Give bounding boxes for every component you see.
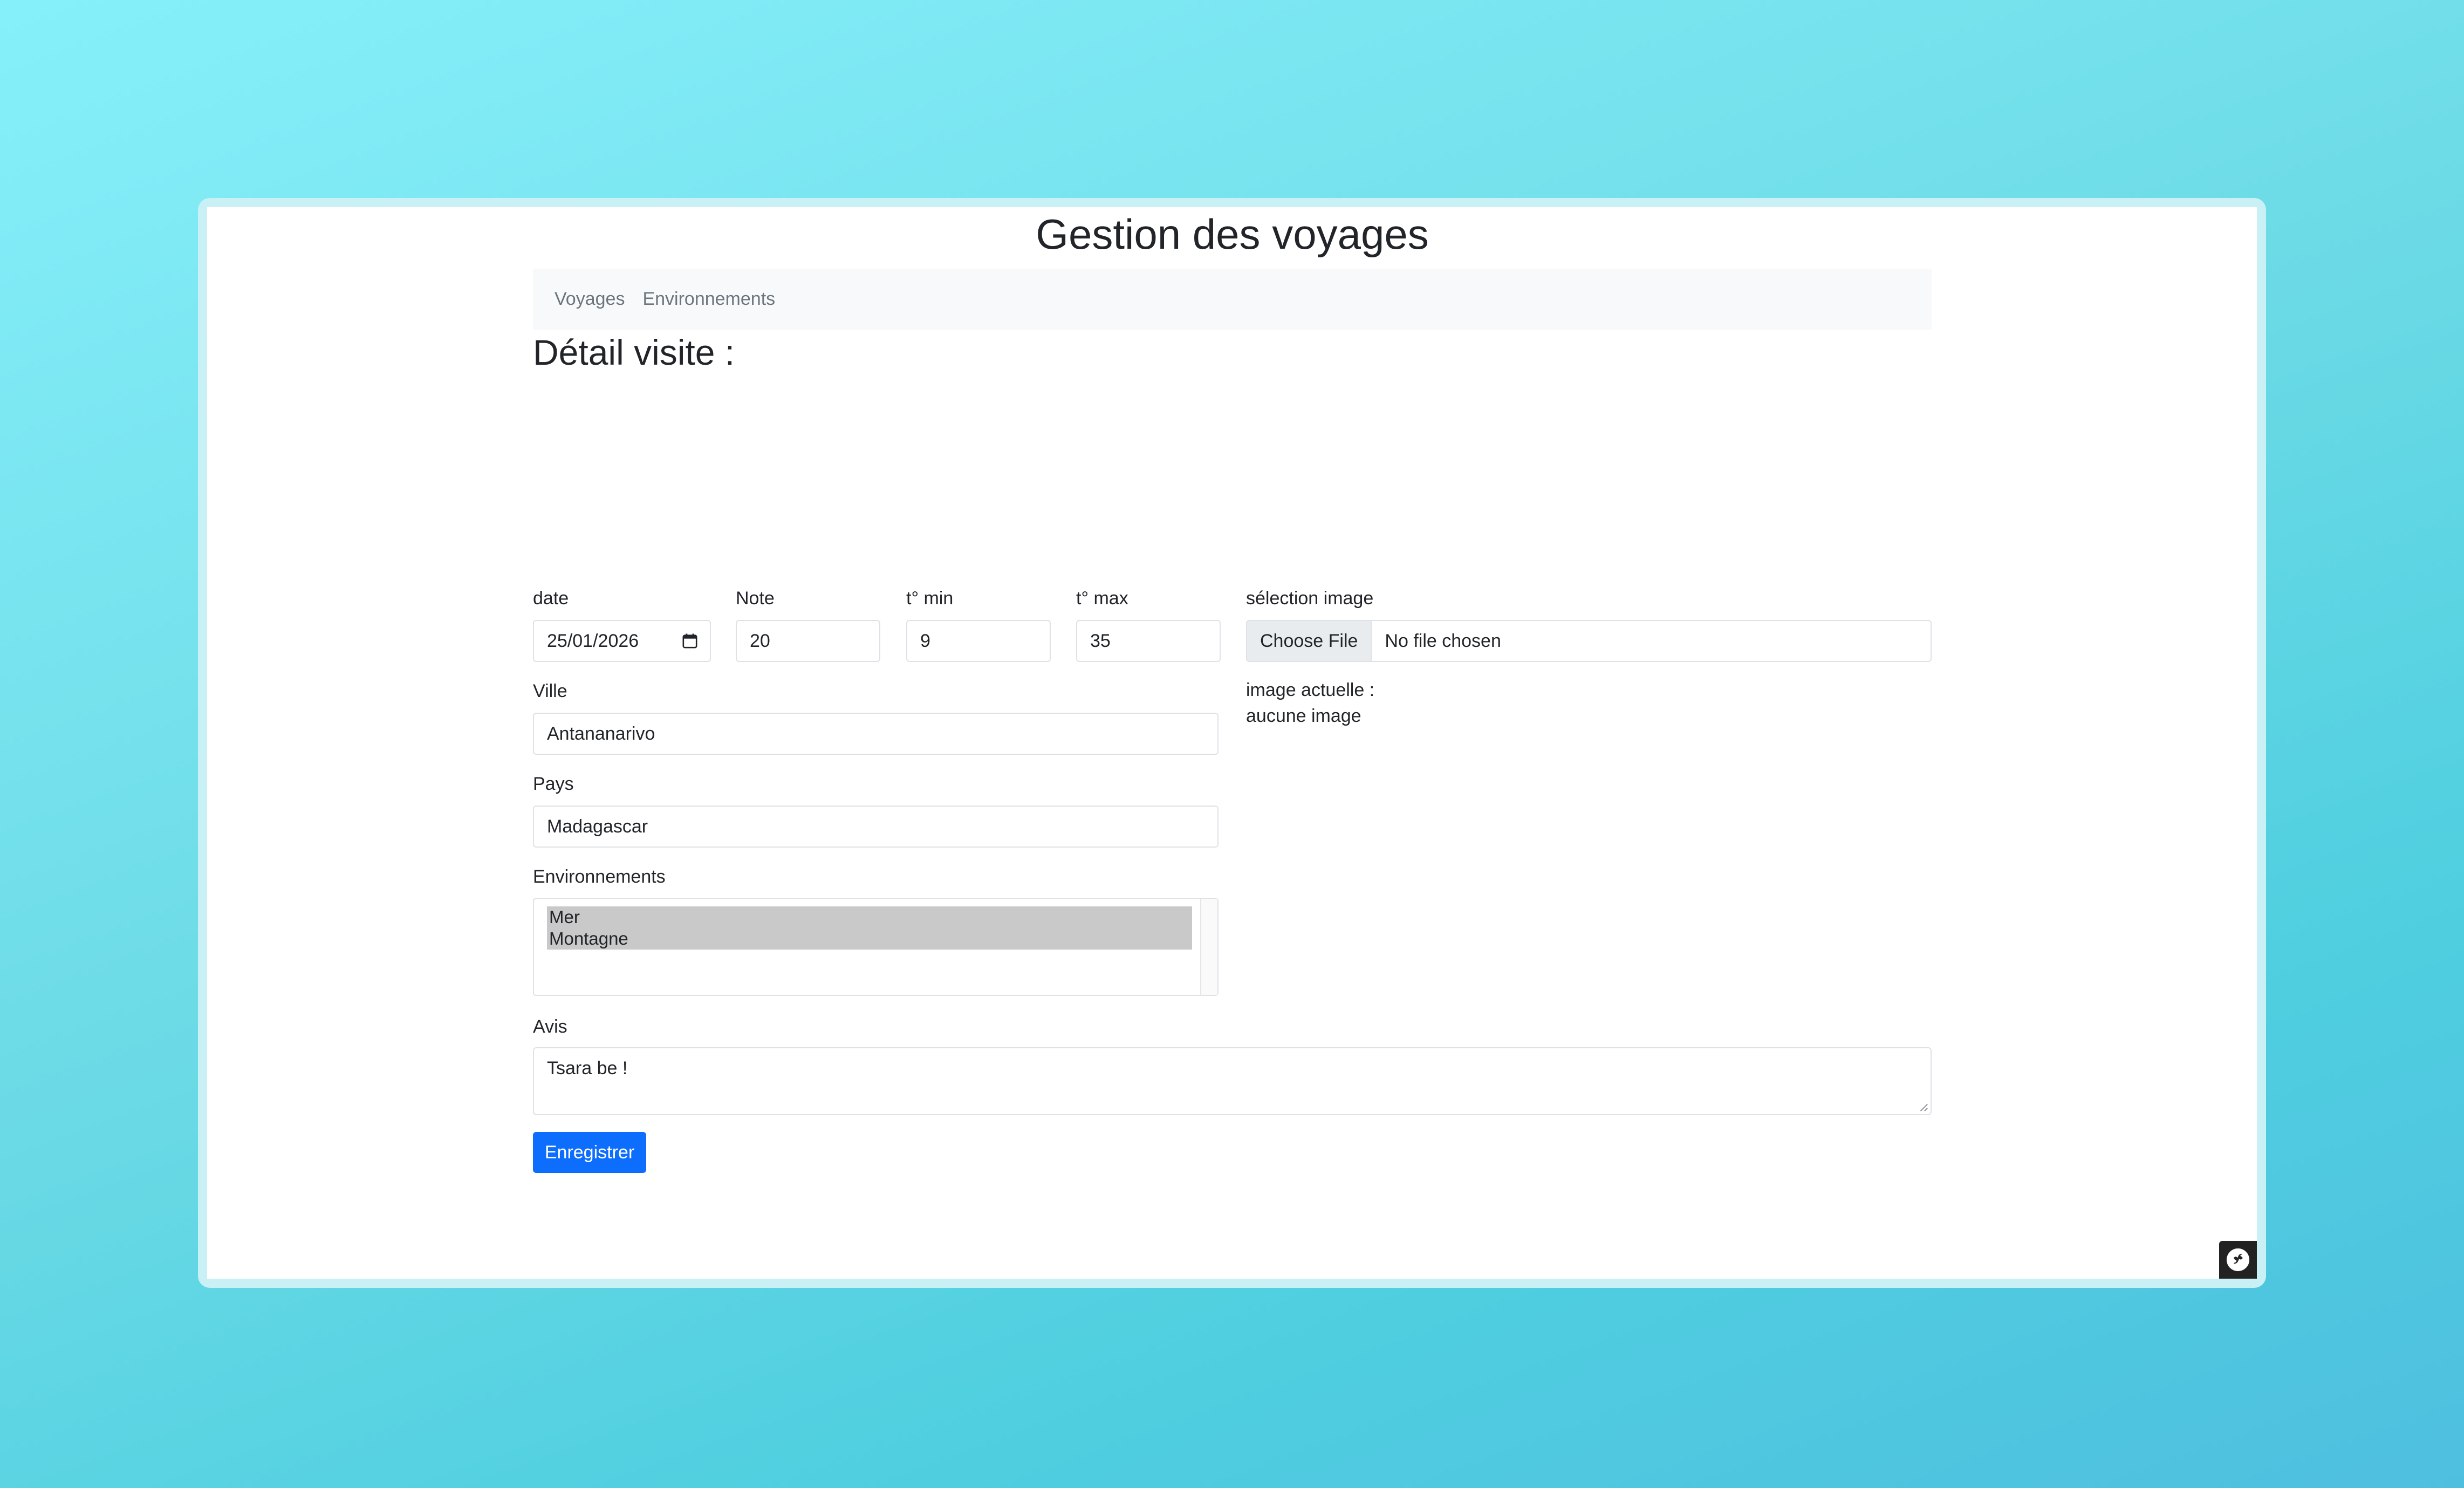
date-value: 25/01/2026 [547,630,639,651]
option-montagne[interactable]: Montagne [547,928,1192,950]
environnements-select[interactable]: Mer Montagne [533,898,1219,996]
option-mer[interactable]: Mer [547,906,1192,928]
ville-input[interactable]: Antananarivo [533,713,1219,755]
date-label: date [533,588,569,609]
avis-value: Tsara be ! [547,1058,628,1079]
file-input[interactable]: Choose File No file chosen [1246,620,1932,662]
date-input[interactable]: 25/01/2026 [533,620,711,662]
pays-label: Pays [533,774,574,794]
navbar: Voyages Environnements [533,269,1932,330]
current-image-label: image actuelle : [1246,680,1375,700]
tmin-input[interactable]: 9 [906,620,1051,662]
pays-input[interactable]: Madagascar [533,806,1219,848]
avis-label: Avis [533,1016,567,1037]
section-title: Détail visite : [533,332,735,372]
tmin-label: t° min [906,588,954,609]
note-value: 20 [750,630,770,651]
select-scrollbar[interactable] [1200,899,1217,995]
ville-value: Antananarivo [547,723,655,744]
note-input[interactable]: 20 [736,620,880,662]
page: Gestion des voyages Voyages Environnemen… [207,207,2257,1279]
note-label: Note [736,588,775,609]
choose-file-button[interactable]: Choose File [1247,621,1372,661]
symfony-icon [2226,1248,2250,1272]
current-image-value: aucune image [1246,706,1361,726]
ville-label: Ville [533,681,567,701]
tmin-value: 9 [920,630,930,651]
main-container: Gestion des voyages Voyages Environnemen… [533,207,1932,1173]
avis-textarea[interactable]: Tsara be ! [533,1047,1932,1115]
save-button[interactable]: Enregistrer [533,1132,646,1173]
symfony-toolbar-toggle[interactable] [2219,1241,2257,1279]
nav-link-voyages[interactable]: Voyages [555,289,625,310]
file-status: No file chosen [1385,630,1501,651]
tmax-value: 35 [1090,630,1111,651]
pays-value: Madagascar [547,816,648,837]
nav-link-environnements[interactable]: Environnements [642,289,775,310]
environnements-label: Environnements [533,866,666,887]
browser-window: Gestion des voyages Voyages Environnemen… [198,198,2266,1288]
tmax-input[interactable]: 35 [1076,620,1221,662]
page-title: Gestion des voyages [1036,210,1429,258]
calendar-icon[interactable] [682,633,698,649]
tmax-label: t° max [1076,588,1128,609]
resize-grip-icon[interactable] [1919,1102,1928,1112]
image-label: sélection image [1246,588,1374,609]
